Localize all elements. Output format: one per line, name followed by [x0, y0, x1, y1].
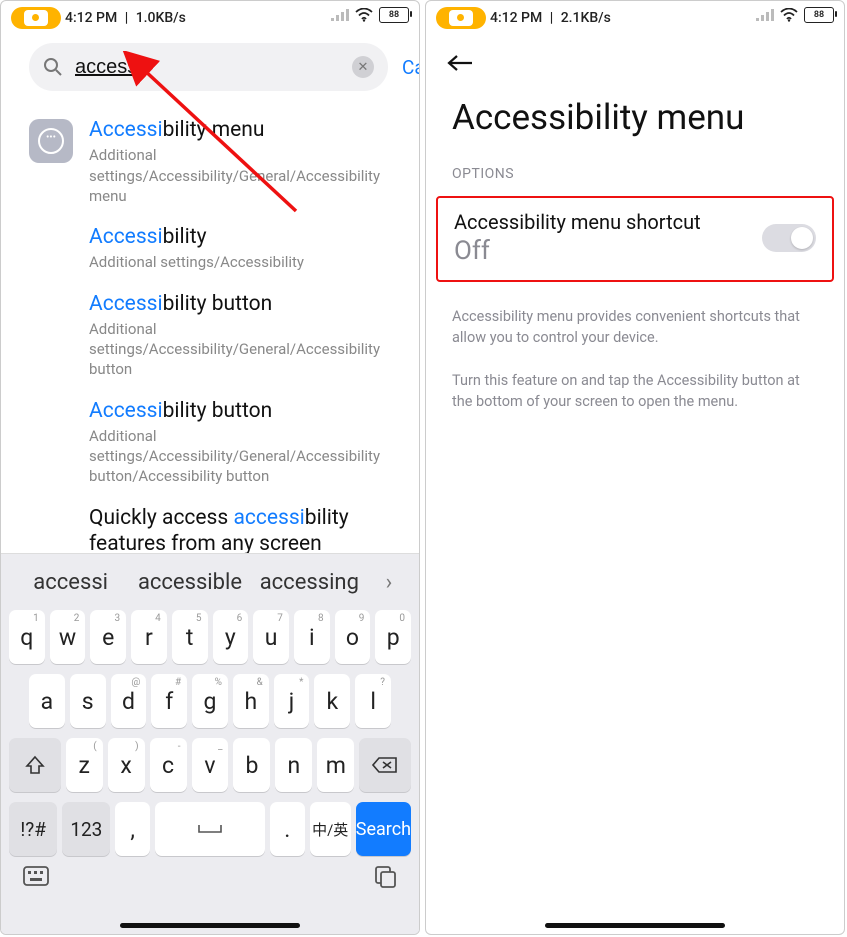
- section-label: OPTIONS: [426, 166, 844, 182]
- status-speed: 1.0KB/s: [136, 10, 186, 26]
- result-path: Additional settings/Accessibility/Genera…: [89, 426, 403, 487]
- result-path: Additional settings/Accessibility/Genera…: [89, 319, 403, 380]
- search-result[interactable]: Accessibility menu Additional settings/A…: [29, 99, 403, 206]
- home-indicator[interactable]: [120, 923, 300, 928]
- result-rest: bility: [163, 225, 207, 249]
- clipboard-icon[interactable]: [373, 866, 397, 892]
- key-s[interactable]: s: [70, 674, 106, 728]
- key-m[interactable]: m: [317, 738, 354, 792]
- description-text: Turn this feature on and tap the Accessi…: [426, 370, 844, 412]
- key-d[interactable]: d@: [111, 674, 147, 728]
- key-comma[interactable]: ,: [115, 802, 149, 856]
- wifi-icon: [355, 8, 373, 22]
- result-highlight: Accessi: [89, 225, 163, 249]
- result-rest: bility button: [163, 399, 273, 423]
- key-w[interactable]: w2: [50, 610, 86, 664]
- key-k[interactable]: k: [314, 674, 350, 728]
- search-result[interactable]: Accessibility button Additional settings…: [29, 273, 403, 380]
- camera-pill-icon: [11, 7, 61, 29]
- key-h[interactable]: h&: [233, 674, 269, 728]
- page-title: Accessibility menu: [426, 97, 844, 138]
- key-shift[interactable]: [9, 738, 61, 792]
- clear-search-button[interactable]: ✕: [352, 56, 374, 78]
- setting-value: Off: [454, 236, 750, 266]
- back-button[interactable]: [446, 53, 474, 73]
- suggestion[interactable]: accessible: [130, 570, 249, 595]
- result-plain: Quickly access: [89, 506, 233, 530]
- key-b[interactable]: b: [233, 738, 270, 792]
- key-z[interactable]: z(: [66, 738, 103, 792]
- key-t[interactable]: t5: [172, 610, 208, 664]
- result-path: Additional settings/Accessibility: [89, 252, 403, 272]
- key-f[interactable]: f#: [151, 674, 187, 728]
- key-p[interactable]: p0: [375, 610, 411, 664]
- search-results: Accessibility menu Additional settings/A…: [1, 99, 419, 579]
- key-q[interactable]: q1: [9, 610, 45, 664]
- suggestions-more[interactable]: ›: [369, 570, 409, 595]
- key-v[interactable]: v_: [192, 738, 229, 792]
- accessibility-shortcut-setting[interactable]: Accessibility menu shortcut Off: [436, 196, 834, 282]
- status-time: 4:12 PM: [490, 10, 542, 26]
- status-divider: |: [546, 10, 556, 26]
- key-language[interactable]: 中/英: [310, 802, 351, 856]
- key-l[interactable]: l?: [355, 674, 391, 728]
- keyboard-settings-icon[interactable]: [23, 866, 49, 892]
- cancel-button[interactable]: Cancel: [402, 56, 420, 79]
- key-o[interactable]: o9: [335, 610, 371, 664]
- signal-icon: [756, 9, 774, 21]
- home-indicator[interactable]: [545, 923, 725, 928]
- key-g[interactable]: g%: [192, 674, 228, 728]
- key-period[interactable]: .: [270, 802, 304, 856]
- key-a[interactable]: a: [29, 674, 65, 728]
- battery-icon: 88: [804, 7, 834, 23]
- software-keyboard: accessi accessible accessing › q1w2e3r4t…: [1, 553, 419, 934]
- accessibility-menu-icon: [29, 119, 73, 163]
- result-rest: bility button: [163, 292, 273, 316]
- wifi-icon: [780, 8, 798, 22]
- key-u[interactable]: u7: [253, 610, 289, 664]
- key-search[interactable]: Search: [356, 802, 411, 856]
- suggestion[interactable]: accessi: [11, 570, 130, 595]
- key-c[interactable]: c-: [150, 738, 187, 792]
- key-j[interactable]: j*: [274, 674, 310, 728]
- key-i[interactable]: i8: [294, 610, 330, 664]
- key-symbols[interactable]: !?#: [9, 802, 57, 856]
- screenshot-accessibility-menu: 4:12 PM | 2.1KB/s 88 Accessibility menu …: [425, 0, 845, 935]
- key-r[interactable]: r4: [131, 610, 167, 664]
- search-icon: [43, 57, 63, 77]
- key-y[interactable]: y6: [213, 610, 249, 664]
- camera-pill-icon: [436, 7, 486, 29]
- suggestion[interactable]: accessing: [250, 570, 369, 595]
- keyboard-suggestions: accessi accessible accessing ›: [1, 554, 419, 610]
- result-path: Additional settings/Accessibility/Genera…: [89, 145, 403, 206]
- key-space[interactable]: [155, 802, 265, 856]
- status-speed: 2.1KB/s: [561, 10, 611, 26]
- key-e[interactable]: e3: [90, 610, 126, 664]
- result-highlight: Accessi: [89, 292, 163, 316]
- search-result[interactable]: Accessibility Additional settings/Access…: [29, 206, 403, 273]
- result-highlight: accessi: [233, 506, 304, 530]
- key-numeric[interactable]: 123: [62, 802, 110, 856]
- description-text: Accessibility menu provides convenient s…: [426, 306, 844, 348]
- shortcut-toggle[interactable]: [762, 224, 816, 252]
- status-bar: 4:12 PM | 2.1KB/s 88: [426, 1, 844, 35]
- search-field[interactable]: ✕: [29, 43, 388, 91]
- result-rest: bility menu: [163, 118, 265, 142]
- status-divider: |: [121, 10, 131, 26]
- status-time: 4:12 PM: [65, 10, 117, 26]
- setting-title: Accessibility menu shortcut: [454, 210, 750, 234]
- key-n[interactable]: n: [275, 738, 312, 792]
- result-highlight: Accessi: [89, 118, 163, 142]
- key-backspace[interactable]: [359, 738, 411, 792]
- status-bar: 4:12 PM | 1.0KB/s 88: [1, 1, 419, 35]
- battery-icon: 88: [379, 7, 409, 23]
- search-input[interactable]: [73, 55, 342, 80]
- signal-icon: [331, 9, 349, 21]
- search-result[interactable]: Accessibility button Additional settings…: [29, 380, 403, 487]
- screenshot-search: 4:12 PM | 1.0KB/s 88 ✕ Cancel Accessibil…: [0, 0, 420, 935]
- key-x[interactable]: x): [108, 738, 145, 792]
- result-highlight: Accessi: [89, 399, 163, 423]
